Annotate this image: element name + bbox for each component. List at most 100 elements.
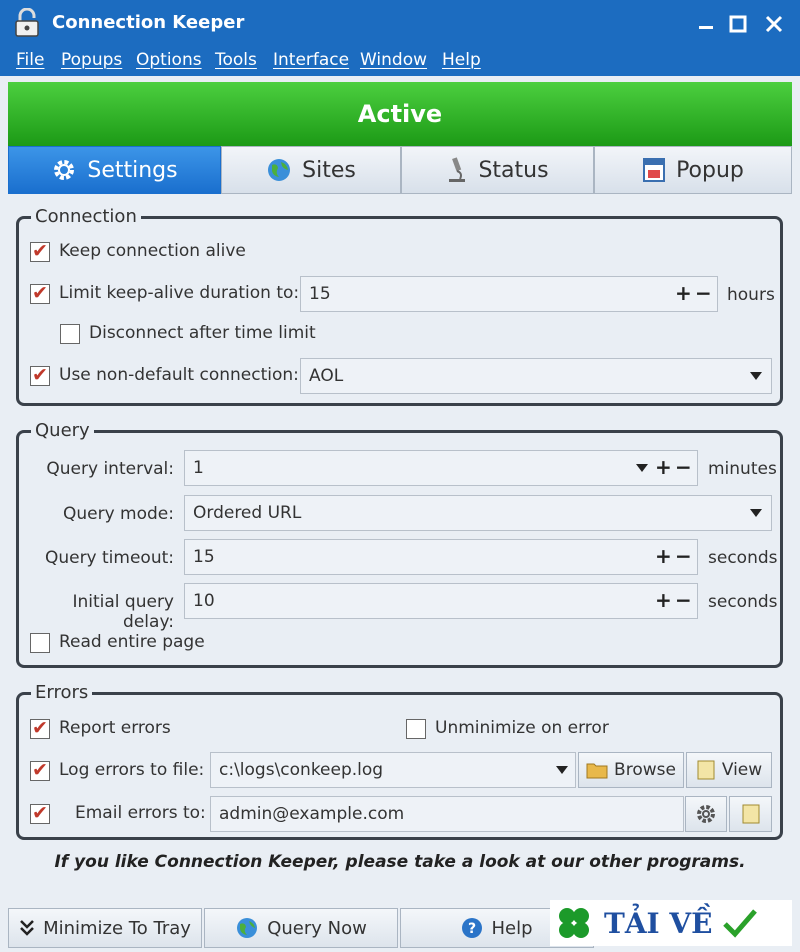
help-label: Help [491, 917, 533, 939]
log-to-file-label: Log errors to file: [59, 760, 205, 780]
initial-delay-value: 10 [193, 591, 215, 611]
email-value: admin@example.com [219, 804, 405, 824]
disconnect-after-checkbox[interactable] [60, 324, 80, 344]
email-settings-button[interactable] [685, 796, 727, 832]
unminimize-checkbox[interactable] [406, 719, 426, 739]
connection-select[interactable]: AOL [300, 358, 772, 394]
email-errors-checkbox[interactable] [30, 802, 50, 824]
decrement-button[interactable]: − [695, 277, 712, 309]
log-file-value: c:\logs\conkeep.log [219, 760, 384, 780]
log-file-field[interactable]: c:\logs\conkeep.log [210, 752, 576, 788]
keep-alive-checkbox[interactable] [30, 240, 50, 262]
tab-popup[interactable]: Popup [594, 146, 792, 194]
chevron-down-icon[interactable] [635, 463, 649, 473]
query-group-label: Query [31, 420, 94, 441]
minimize-to-tray-label: Minimize To Tray [43, 917, 191, 939]
browse-label: Browse [614, 760, 676, 780]
menu-help[interactable]: Help [442, 50, 481, 70]
popup-window-icon [643, 158, 666, 182]
maximize-window-button[interactable] [724, 10, 752, 38]
minimize-icon [699, 26, 713, 29]
close-icon [765, 15, 783, 33]
duration-field[interactable]: 15 + − [300, 276, 718, 312]
query-timeout-unit: seconds [708, 548, 778, 568]
menu-interface[interactable]: Interface [273, 50, 349, 70]
query-now-button[interactable]: Query Now [204, 908, 398, 948]
non-default-label: Use non-default connection: [59, 365, 299, 385]
query-mode-value: Ordered URL [193, 503, 302, 523]
limit-duration-checkbox[interactable] [30, 282, 50, 304]
view-label: View [721, 760, 763, 780]
query-interval-value: 1 [193, 458, 204, 478]
query-timeout-value: 15 [193, 547, 215, 567]
checkmark-icon [723, 909, 758, 938]
minimize-to-tray-button[interactable]: Minimize To Tray [8, 908, 202, 948]
tab-status-label: Status [478, 157, 549, 183]
duration-unit: hours [727, 285, 775, 305]
tab-sites-label: Sites [302, 157, 356, 183]
query-timeout-field[interactable]: 15 + − [184, 539, 698, 575]
increment-button[interactable]: + [655, 540, 672, 572]
chevron-down-icon [750, 509, 762, 517]
increment-button[interactable]: + [675, 277, 692, 309]
initial-delay-label: Initial query delay: [72, 592, 174, 632]
report-errors-checkbox[interactable] [30, 717, 50, 739]
gear-icon [697, 805, 715, 823]
lock-icon [15, 8, 39, 37]
gear-icon [54, 160, 75, 180]
read-entire-page-checkbox[interactable] [30, 633, 50, 653]
view-button[interactable]: View [686, 752, 772, 788]
maximize-icon [729, 15, 747, 33]
increment-button[interactable]: + [655, 584, 672, 616]
increment-button[interactable]: + [655, 451, 672, 483]
non-default-checkbox[interactable] [30, 364, 50, 386]
tab-status[interactable]: Status [401, 146, 594, 194]
document-icon [697, 760, 715, 780]
microscope-icon [449, 157, 466, 182]
decrement-button[interactable]: − [675, 584, 692, 616]
menu-tools[interactable]: Tools [215, 50, 257, 70]
initial-delay-field[interactable]: 10 + − [184, 583, 698, 619]
double-chevron-down-icon [20, 920, 34, 936]
chevron-down-icon[interactable] [555, 765, 569, 775]
query-timeout-label: Query timeout: [44, 548, 174, 568]
email-errors-label: Email errors to: [75, 803, 206, 823]
tab-sites[interactable]: Sites [221, 146, 401, 194]
menu-options[interactable]: Options [136, 50, 202, 70]
menu-popups[interactable]: Popups [61, 50, 122, 70]
query-interval-field[interactable]: 1 + − [184, 450, 698, 486]
menu-window[interactable]: Window [360, 50, 427, 70]
status-banner: Active [8, 82, 792, 146]
email-log-button[interactable] [729, 796, 772, 832]
watermark-text: TẢI VỀ [604, 906, 713, 940]
tab-popup-label: Popup [676, 157, 744, 183]
log-to-file-checkbox[interactable] [30, 759, 50, 781]
unminimize-label: Unminimize on error [435, 718, 609, 738]
menu-file[interactable]: File [16, 50, 44, 70]
close-window-button[interactable] [760, 10, 788, 38]
connection-select-value: AOL [309, 366, 344, 386]
browse-button[interactable]: Browse [578, 752, 684, 788]
svg-text:?: ? [468, 921, 476, 937]
query-mode-select[interactable]: Ordered URL [184, 495, 772, 531]
tab-settings[interactable]: Settings [8, 146, 221, 194]
decrement-button[interactable]: − [675, 540, 692, 572]
help-icon: ? [462, 918, 483, 938]
errors-group-label: Errors [31, 682, 93, 703]
tab-bar: Settings Sites Status Popup [8, 146, 792, 194]
menu-bar: File Popups Options Tools Interface Wind… [0, 48, 800, 76]
query-interval-unit: minutes [708, 459, 777, 479]
connection-group-label: Connection [31, 206, 141, 227]
query-now-label: Query Now [267, 917, 367, 939]
email-field[interactable]: admin@example.com [210, 796, 684, 832]
settings-panel: Connection Keep connection alive Limit k… [8, 194, 792, 900]
report-errors-label: Report errors [59, 718, 171, 738]
decrement-button[interactable]: − [675, 451, 692, 483]
minimize-window-button[interactable] [692, 10, 720, 38]
window-title: Connection Keeper [52, 12, 245, 33]
chevron-down-icon [750, 372, 762, 380]
watermark: TẢI VỀ [550, 900, 792, 946]
limit-duration-label: Limit keep-alive duration to: [59, 283, 300, 303]
keep-alive-label: Keep connection alive [59, 241, 246, 261]
folder-icon [586, 763, 608, 779]
